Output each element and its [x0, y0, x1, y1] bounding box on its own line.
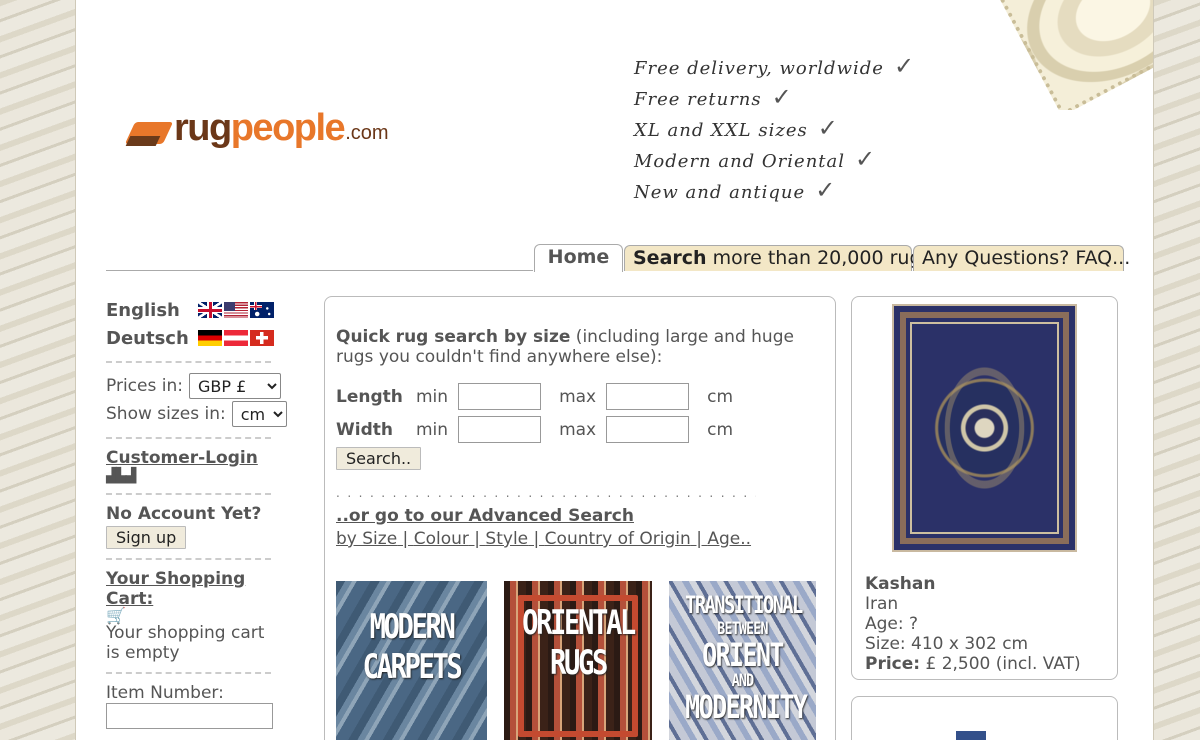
header-rug-image — [988, 0, 1153, 110]
product-price: Price: £ 2,500 (incl. VAT) — [865, 654, 1081, 674]
divider — [106, 361, 271, 363]
logo-text-people: people — [230, 107, 346, 149]
cart-status: Your shopping cart is empty — [106, 623, 265, 663]
advanced-search-filters: by Size | Colour | Style | Country of Or… — [336, 529, 752, 549]
feature-item: Free returns ✓ — [634, 83, 793, 111]
feature-item: Free delivery, worldwide ✓ — [634, 52, 916, 80]
logo-mark-icon — [128, 118, 172, 148]
product-origin: Iran — [865, 594, 899, 614]
divider — [106, 558, 271, 560]
divider — [106, 672, 271, 674]
filter-style-link[interactable]: Style — [485, 529, 528, 549]
prices-label: Prices in: — [106, 376, 183, 396]
unit-row: Show sizes in: cm — [106, 400, 287, 428]
item-number-input[interactable] — [106, 703, 273, 729]
tile-oriental-rugs[interactable]: ORIENTAL RUGS — [504, 581, 652, 740]
product-card[interactable]: Kashan Iran Age: ? Size: 410 x 302 cm Pr… — [851, 296, 1118, 680]
feature-item: XL and XXL sizes ✓ — [634, 114, 839, 142]
cart-icon: 🛒 — [106, 606, 126, 625]
logo-text-rug: rug — [174, 107, 232, 149]
product-image[interactable] — [956, 731, 986, 740]
advanced-search-link[interactable]: ..or go to our Advanced Search — [336, 506, 824, 526]
quick-search-panel: Quick rug search by size (including larg… — [324, 296, 836, 740]
nav-divider — [106, 270, 533, 271]
filter-country-link[interactable]: Country of Origin — [545, 529, 691, 549]
checkmark-icon: ✓ — [855, 145, 877, 173]
width-label: Width — [336, 419, 393, 440]
width-row: Width min max cm — [336, 416, 824, 443]
de-flag-icon[interactable] — [198, 330, 222, 346]
shopping-cart-link[interactable]: Your Shopping Cart: — [106, 569, 281, 609]
currency-select[interactable]: GBP £ — [188, 373, 281, 399]
product-image[interactable] — [892, 304, 1077, 552]
unit-select[interactable]: cm — [231, 401, 287, 427]
product-age: Age: ? — [865, 614, 919, 634]
feature-item: New and antique ✓ — [634, 176, 837, 204]
tab-faq[interactable]: Any Questions? FAQ... — [913, 245, 1130, 271]
length-label: Length — [336, 386, 403, 407]
divider — [106, 437, 271, 439]
checkmark-icon: ✓ — [893, 52, 916, 80]
length-row: Length min max cm — [336, 383, 824, 410]
users-icon: ▟▙▟ — [106, 468, 136, 484]
customer-login-link[interactable]: Customer-Login — [106, 448, 281, 468]
product-name: Kashan — [865, 574, 936, 594]
divider — [106, 493, 271, 495]
filter-size-link[interactable]: by Size — [336, 529, 397, 549]
no-account-label: No Account Yet? — [106, 504, 262, 524]
length-min-input[interactable] — [458, 383, 542, 410]
currency-row: Prices in: GBP £ — [106, 372, 281, 400]
background-pattern-right — [1154, 0, 1200, 740]
filter-colour-link[interactable]: Colour — [414, 529, 469, 549]
width-max-input[interactable] — [606, 416, 690, 443]
site-logo[interactable]: rug people .com — [128, 104, 389, 148]
language-deutsch[interactable]: Deutsch — [106, 324, 281, 352]
quick-search-title: Quick rug search by size (including larg… — [336, 327, 794, 367]
signup-button[interactable]: Sign up — [106, 526, 187, 549]
tab-home[interactable]: Home — [534, 244, 623, 272]
features-list: Free delivery, worldwide ✓ Free returns ✓ … — [634, 52, 915, 207]
ch-flag-icon[interactable] — [250, 330, 274, 346]
checkmark-icon: ✓ — [815, 176, 837, 204]
at-flag-icon[interactable] — [224, 330, 248, 346]
category-tiles: MODERN CARPETS ORIENTAL RUGS TRANSITIONA… — [336, 581, 833, 740]
us-flag-icon[interactable] — [224, 302, 248, 318]
au-flag-icon[interactable] — [250, 302, 274, 318]
search-button[interactable]: Search.. — [336, 447, 422, 470]
filter-age-link[interactable]: Age.. — [707, 529, 751, 549]
logo-text-com: .com — [345, 122, 389, 144]
tile-modern-carpets[interactable]: MODERN CARPETS — [336, 581, 487, 740]
product-info: Kashan Iran Age: ? Size: 410 x 302 cm Pr… — [865, 574, 1081, 674]
sizes-label: Show sizes in: — [106, 404, 226, 424]
tab-search[interactable]: Search more than 20,000 rugs — [624, 245, 931, 271]
item-number-label: Item Number: — [106, 683, 224, 703]
product-card[interactable] — [851, 696, 1118, 740]
checkmark-icon: ✓ — [817, 114, 839, 142]
feature-item: Modern and Oriental ✓ — [634, 145, 877, 173]
tile-transitional[interactable]: TRANSITIONAL BETWEEN ORIENT AND MODERNIT… — [669, 581, 816, 740]
language-english[interactable]: English — [106, 296, 281, 324]
sidebar: English Deutsch Prices in: GBP £ Show si… — [106, 296, 287, 729]
length-max-input[interactable] — [606, 383, 690, 410]
dotted-divider: ........................................… — [336, 486, 756, 500]
checkmark-icon: ✓ — [771, 83, 793, 111]
width-min-input[interactable] — [458, 416, 542, 443]
page-container: rug people .com Free delivery, worldwide ✓ … — [75, 0, 1154, 740]
uk-flag-icon[interactable] — [198, 302, 222, 318]
product-size: Size: 410 x 302 cm — [865, 634, 1029, 654]
background-pattern-left — [0, 0, 75, 740]
